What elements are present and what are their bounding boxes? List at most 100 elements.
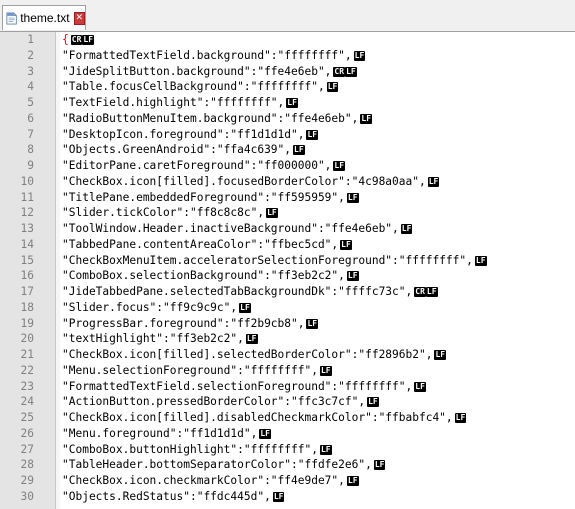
text-line[interactable]: 7 "DesktopIcon.foreground":"ff1d1d1d", LF: [0, 127, 575, 143]
editor-area[interactable]: 1{CR LF 2 "FormattedTextField.background":"…: [0, 32, 575, 509]
line-number: 1: [27, 33, 34, 46]
cr-marker: CR: [70, 35, 83, 45]
text-line[interactable]: 30 "Objects.RedStatus":"ffdc445d", LF: [0, 489, 575, 505]
text-line[interactable]: 8 "Objects.GreenAndroid":"ffa4c639", LF: [0, 142, 575, 158]
text-line[interactable]: 14 "TabbedPane.contentAreaColor":"ffbec5c…: [0, 237, 575, 253]
text-line[interactable]: 24 "ActionButton.pressedBorderColor":"ffc…: [0, 394, 575, 410]
lf-marker: LF: [239, 302, 251, 313]
line-text: "textHighlight":"ff3eb2c2", LF: [62, 331, 258, 347]
text-line[interactable]: 11 "TitlePane.embeddedForeground":"ff5959…: [0, 190, 575, 206]
text-line[interactable]: 21 "CheckBox.icon[filled].selectedBorderC…: [0, 347, 575, 363]
text-line[interactable]: 18 "Slider.focus":"ff9c9c9c", LF: [0, 300, 575, 316]
text-line[interactable]: 15 "CheckBoxMenuItem.acceleratorSelection…: [0, 253, 575, 269]
line-content: "ComboBox.selectionBackground":"ff3eb2c2…: [62, 269, 345, 283]
text-line[interactable]: 13 "ToolWindow.Header.inactiveBackground"…: [0, 221, 575, 237]
line-number: 7: [27, 127, 34, 141]
text-line[interactable]: 12 "Slider.tickColor":"ff8c8c8c", LF: [0, 205, 575, 221]
line-content: "ComboBox.buttonHighlight":"ffffffff",: [62, 442, 318, 456]
lf-marker: LF: [306, 318, 319, 329]
lf-marker: LF: [346, 192, 359, 203]
line-text: "FormattedTextField.selectionForeground"…: [62, 379, 426, 395]
cr-marker: CR: [414, 287, 426, 297]
lf-marker: LF: [427, 176, 440, 187]
line-content: "FormattedTextField.background":"fffffff…: [62, 48, 352, 62]
line-content: {: [62, 33, 69, 46]
line-text: "ToolWindow.Header.inactiveBackground":"…: [62, 221, 413, 237]
line-text: "FormattedTextField.background":"fffffff…: [62, 48, 366, 64]
line-number: 13: [20, 222, 34, 235]
file-icon: [6, 11, 17, 25]
line-content: "Menu.foreground":"ff1d1d1d",: [62, 426, 258, 440]
line-text: "CheckBox.icon[filled].disabledCheckmark…: [62, 410, 467, 426]
lf-marker: LF: [272, 491, 285, 502]
lf-marker: LF: [454, 413, 467, 423]
line-content: "TableHeader.bottomSeparatorColor":"ffdf…: [62, 458, 372, 472]
line-content: "JideTabbedPane.selectedTabBackgroundDk"…: [62, 285, 413, 298]
line-text: {CR LF: [62, 32, 95, 48]
line-number: 26: [20, 426, 34, 440]
line-text: "TabbedPane.contentAreaColor":"ffbec5cd"…: [62, 237, 352, 253]
lf-marker: LF: [319, 444, 332, 455]
text-line[interactable]: 19 "ProgressBar.foreground":"ff2b9cb8", LF: [0, 316, 575, 332]
text-line[interactable]: 28 "TableHeader.bottomSeparatorColor":"ff…: [0, 457, 575, 473]
lf-marker: LF: [340, 239, 352, 250]
line-text: "CheckBoxMenuItem.acceleratorSelectionFo…: [62, 253, 487, 269]
text-line[interactable]: 20 "textHighlight":"ff3eb2c2", LF: [0, 331, 575, 347]
line-number: 23: [20, 379, 34, 393]
line-content: "CheckBox.icon[filled].disabledCheckmark…: [62, 411, 453, 424]
line-number: 25: [20, 411, 34, 424]
line-content: "ActionButton.pressedBorderColor":"ffc3c…: [62, 395, 366, 409]
line-number: 8: [27, 143, 34, 157]
line-number: 16: [20, 269, 34, 283]
text-line[interactable]: 16 "ComboBox.selectionBackground":"ff3eb2…: [0, 268, 575, 284]
lf-marker: LF: [333, 161, 346, 171]
line-content: "RadioButtonMenuItem.background":"ffe4e6…: [62, 111, 359, 125]
text-line[interactable]: 27 "ComboBox.buttonHighlight":"ffffffff",…: [0, 442, 575, 458]
lf-marker: LF: [400, 224, 413, 234]
line-text: "EditorPane.caretForeground":"ff000000",…: [62, 158, 346, 174]
line-number: 5: [27, 96, 34, 109]
text-line[interactable]: 5 "TextField.highlight":"ffffffff", LF: [0, 95, 575, 111]
close-icon[interactable]: ✕: [73, 11, 85, 25]
lf-marker: LF: [319, 365, 332, 376]
lf-marker: LF: [373, 460, 386, 471]
text-line[interactable]: 1 {CR LF: [0, 32, 575, 48]
line-number: 6: [27, 111, 34, 125]
lf-marker: LF: [414, 381, 426, 392]
lf-marker: LF: [293, 145, 305, 156]
line-text: "ComboBox.buttonHighlight":"ffffffff", LF: [62, 442, 332, 458]
text-line[interactable]: 25 "CheckBox.icon[filled].disabledCheckma…: [0, 410, 575, 426]
text-line[interactable]: 17 "JideTabbedPane.selectedTabBackgroundD…: [0, 284, 575, 300]
lf-marker: LF: [353, 50, 366, 61]
line-text: "CheckBox.icon.checkmarkColor":"ff4e9de7…: [62, 473, 359, 489]
lf-marker: LF: [345, 66, 357, 77]
lf-marker: LF: [474, 255, 487, 266]
text-line[interactable]: 26 "Menu.foreground":"ff1d1d1d", LF: [0, 426, 575, 442]
line-text: "ComboBox.selectionBackground":"ff3eb2c2…: [62, 268, 359, 284]
line-number: 18: [20, 300, 34, 314]
tab-theme-txt[interactable]: theme.txt ✕: [2, 5, 86, 30]
lf-marker: LF: [82, 35, 95, 45]
line-text: "Objects.GreenAndroid":"ffa4c639", LF: [62, 142, 305, 158]
text-line[interactable]: 4 "Table.focusCellBackground":"ffffffff",…: [0, 79, 575, 95]
line-number: 24: [20, 395, 34, 409]
line-content: "CheckBox.icon.checkmarkColor":"ff4e9de7…: [62, 474, 345, 487]
text-line[interactable]: 6 "RadioButtonMenuItem.background":"ffe4e…: [0, 111, 575, 127]
line-content: "CheckBox.icon[filled].focusedBorderColo…: [62, 174, 426, 188]
line-content: "Objects.RedStatus":"ffdc445d",: [62, 489, 271, 503]
line-number: 2: [27, 48, 34, 62]
text-line[interactable]: 29 "CheckBox.icon.checkmarkColor":"ff4e9d…: [0, 473, 575, 489]
line-content: "CheckBoxMenuItem.acceleratorSelectionFo…: [62, 253, 473, 267]
text-line[interactable]: 9 "EditorPane.caretForeground":"ff000000"…: [0, 158, 575, 174]
line-text: "Slider.tickColor":"ff8c8c8c", LF: [62, 205, 278, 221]
line-text: "JideSplitButton.background":"ffe4e6eb",…: [62, 64, 357, 80]
text-line[interactable]: 10 "CheckBox.icon[filled].focusedBorderCo…: [0, 174, 575, 190]
text-line[interactable]: 2 "FormattedTextField.background":"ffffff…: [0, 48, 575, 64]
lf-marker: LF: [245, 334, 258, 345]
text-line[interactable]: 23 "FormattedTextField.selectionForegroun…: [0, 379, 575, 395]
line-number: 14: [20, 237, 34, 251]
text-line[interactable]: 3 "JideSplitButton.background":"ffe4e6eb"…: [0, 64, 575, 80]
line-text: "TitlePane.embeddedForeground":"ff595959…: [62, 190, 359, 206]
line-content: "Menu.selectionForeground":"ffffffff",: [62, 363, 318, 377]
text-line[interactable]: 22 "Menu.selectionForeground":"ffffffff",…: [0, 363, 575, 379]
